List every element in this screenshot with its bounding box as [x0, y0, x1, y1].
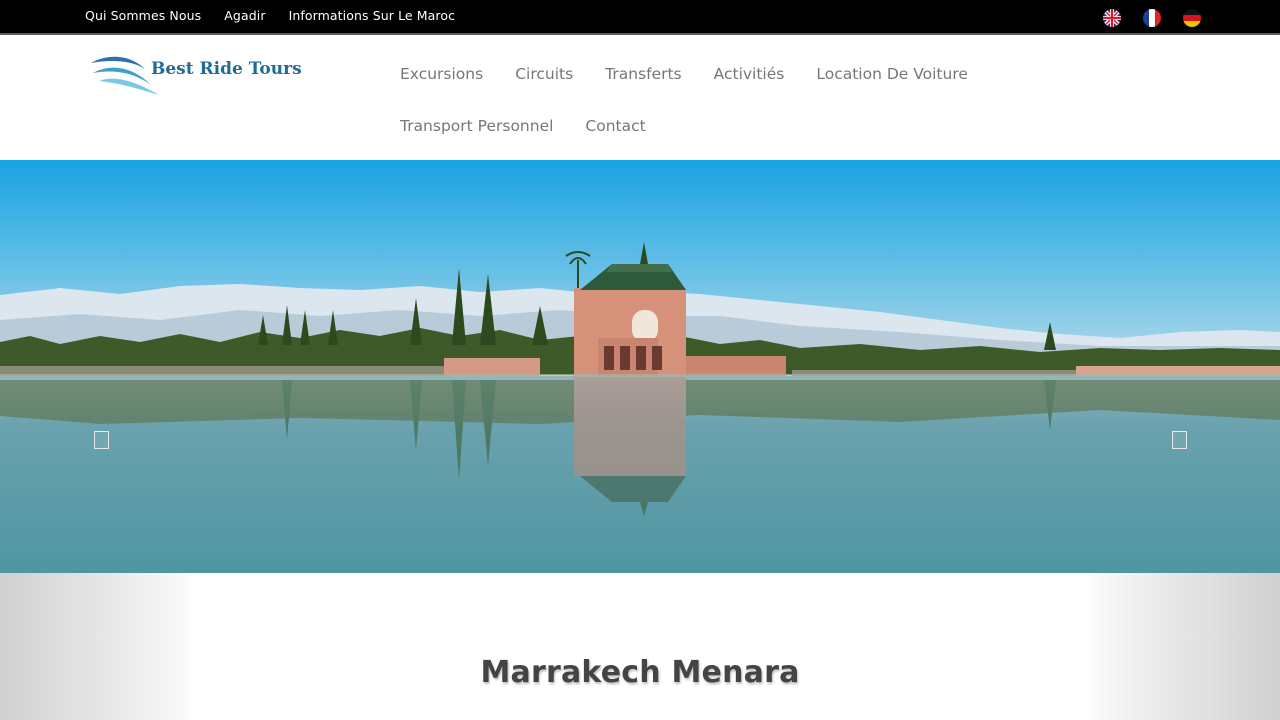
uk-flag-icon[interactable]	[1103, 9, 1121, 27]
top-link-agadir[interactable]: Agadir	[224, 8, 265, 23]
main-nav: Excursions Circuits Transferts Activitié…	[384, 57, 1154, 143]
nav-item-transport-personnel[interactable]: Transport Personnel	[384, 109, 569, 143]
hero-image	[0, 160, 1280, 573]
nav-item-location-de-voiture[interactable]: Location De Voiture	[800, 57, 984, 91]
slider-prev-button[interactable]	[94, 431, 109, 449]
section-title: Marrakech Menara	[480, 655, 800, 690]
france-flag-icon[interactable]	[1143, 9, 1161, 27]
top-bar: Qui Sommes Nous Agadir Informations Sur …	[0, 0, 1280, 35]
nav-item-activities[interactable]: Activitiés	[698, 57, 801, 91]
top-links: Qui Sommes Nous Agadir Informations Sur …	[85, 8, 455, 23]
logo-swoosh-icon	[91, 56, 159, 95]
nav-item-contact[interactable]: Contact	[569, 109, 661, 143]
destination-section: Marrakech Menara	[0, 573, 1280, 720]
top-link-qui-sommes-nous[interactable]: Qui Sommes Nous	[85, 8, 201, 23]
slider-next-button[interactable]	[1172, 431, 1187, 449]
logo-text: Best Ride Tours	[151, 59, 302, 79]
nav-item-circuits[interactable]: Circuits	[499, 57, 589, 91]
nav-item-excursions[interactable]: Excursions	[384, 57, 499, 91]
top-link-informations-maroc[interactable]: Informations Sur Le Maroc	[289, 8, 456, 23]
language-switcher	[1103, 9, 1201, 27]
nav-item-transferts[interactable]: Transferts	[589, 57, 697, 91]
hero-slider	[0, 160, 1280, 573]
logo[interactable]: Best Ride Tours	[89, 51, 302, 97]
germany-flag-icon[interactable]	[1183, 9, 1201, 27]
site-header: Best Ride Tours Excursions Circuits Tran…	[0, 37, 1280, 160]
